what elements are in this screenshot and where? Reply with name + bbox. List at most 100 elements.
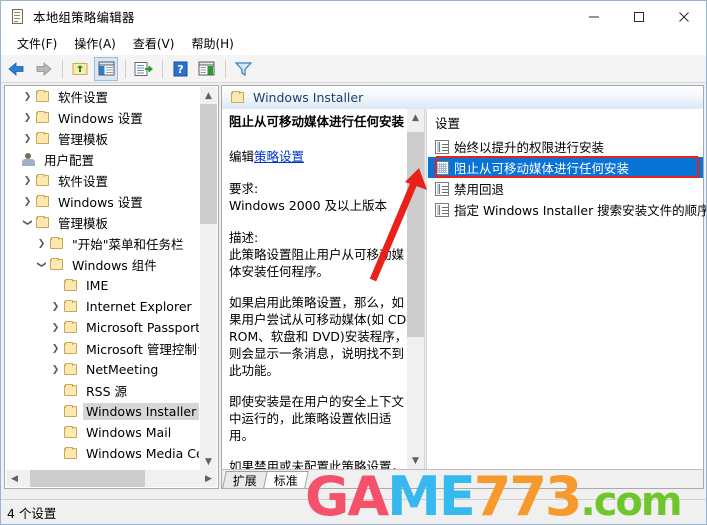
tree-item-label: IME <box>86 278 109 293</box>
chevron-right-icon[interactable]: ❯ <box>21 132 34 145</box>
tree-item[interactable]: ❯ 软件设置 <box>5 86 199 107</box>
tree-item[interactable]: IME <box>5 275 199 296</box>
tab-extended[interactable]: 扩展 <box>222 471 268 488</box>
chevron-down-icon[interactable]: ❯ <box>21 216 34 229</box>
status-text: 4 个设置 <box>7 505 57 521</box>
desc-scroll-up-icon[interactable]: ▲ <box>407 109 424 126</box>
tree-item[interactable]: Windows Media Ce <box>5 443 199 464</box>
settings-row-label: 禁用回退 <box>454 182 505 197</box>
tree-item[interactable]: ❯ Windows 组件 <box>5 254 199 275</box>
console-tree[interactable]: ❯ 软件设置 ❯ Windows 设置 ❯ 管理模板 用户配置 ❯ 软件设置 ❯ Windows 设… <box>5 86 199 467</box>
chevron-right-icon[interactable]: ❯ <box>49 342 62 355</box>
scroll-down-icon[interactable]: ▼ <box>200 453 217 470</box>
chevron-right-icon[interactable]: ❯ <box>49 363 62 376</box>
settings-rows[interactable]: 始终以提升的权限进行安装阻止从可移动媒体进行任何安装 禁用回退指定 Windows… <box>428 136 706 220</box>
policy-setting-icon <box>435 139 449 154</box>
detail-header-title: Windows Installer <box>253 90 364 105</box>
tree-hscroll-thumb[interactable] <box>30 470 145 487</box>
folder-icon <box>35 90 51 103</box>
chevron-right-icon[interactable]: ❯ <box>21 174 34 187</box>
menu-view[interactable]: 查看(V) <box>125 33 184 54</box>
menu-file[interactable]: 文件(F) <box>9 33 66 54</box>
scroll-up-icon[interactable]: ▲ <box>200 87 217 104</box>
chevron-right-icon[interactable]: ❯ <box>49 300 62 313</box>
tree-item-label: Windows 组件 <box>72 258 157 273</box>
title-bar: 本地组策略编辑器 <box>1 1 706 32</box>
chevron-right-icon[interactable]: ❯ <box>49 321 62 334</box>
maximize-button[interactable] <box>616 1 661 32</box>
tree-item-label: Windows Media Pla <box>83 466 199 467</box>
show-hide-tree-icon[interactable] <box>94 56 118 81</box>
menu-action[interactable]: 操作(A) <box>66 33 125 54</box>
tree-item[interactable]: ❯ Windows 设置 <box>5 191 199 212</box>
chevron-right-icon[interactable]: ❯ <box>21 90 34 103</box>
detail-pane: Windows Installer 阻止从可移动媒体进行任何安装 编辑策略设置 … <box>221 85 706 489</box>
tree-item[interactable]: ❯ Microsoft 管理控制台 <box>5 338 199 359</box>
tree-item[interactable]: ❯ Microsoft Passport <box>5 317 199 338</box>
folder-icon <box>35 195 51 208</box>
detail-pane-header: Windows Installer <box>222 86 703 109</box>
tree-item-label: 管理模板 <box>58 216 109 231</box>
settings-row-label: 阻止从可移动媒体进行任何安装 <box>454 161 630 176</box>
tree-horizontal-scrollbar[interactable]: ◀ ▶ <box>6 470 217 487</box>
settings-row[interactable]: 禁用回退 <box>428 178 703 199</box>
folder-icon <box>63 321 79 334</box>
settings-row[interactable]: 指定 Windows Installer 搜索安装文件的顺序 <box>428 199 706 220</box>
folder-icon <box>35 111 51 124</box>
filter-icon[interactable] <box>231 57 255 81</box>
folder-icon <box>35 216 51 229</box>
tree-item[interactable]: ❯ 管理模板 <box>5 212 199 233</box>
tree-item[interactable]: 用户配置 <box>5 149 199 170</box>
tree-item[interactable]: Windows Installer <box>5 401 199 422</box>
chevron-right-icon[interactable]: ❯ <box>21 111 34 124</box>
tree-item[interactable]: ❯ Internet Explorer <box>5 296 199 317</box>
tree-item[interactable]: Windows Mail <box>5 422 199 443</box>
up-folder-icon[interactable] <box>68 57 92 81</box>
chevron-right-icon[interactable]: ❯ <box>35 237 48 250</box>
desc-scroll-down-icon[interactable]: ▼ <box>407 452 424 469</box>
description-vertical-scrollbar[interactable]: ▲ ▼ <box>407 109 424 469</box>
tree-item-label: Windows Mail <box>86 425 172 440</box>
back-icon[interactable] <box>5 57 29 81</box>
edit-policy-link[interactable]: 策略设置 <box>254 149 304 164</box>
toolbar-separator <box>62 59 63 78</box>
tree-scroll-thumb[interactable] <box>200 104 217 224</box>
tree-item[interactable]: ❯Windows Media Pla <box>5 464 199 467</box>
tree-item[interactable]: ❯ 软件设置 <box>5 170 199 191</box>
toolbar-separator-3 <box>162 59 163 78</box>
settings-row[interactable]: 阻止从可移动媒体进行任何安装 <box>428 157 703 178</box>
pane-splitter[interactable] <box>424 109 427 469</box>
minimize-button[interactable] <box>571 1 616 32</box>
chevron-right-icon[interactable]: ❯ <box>21 195 34 208</box>
settings-row[interactable]: 始终以提升的权限进行安装 <box>428 136 703 157</box>
close-button[interactable] <box>661 1 706 32</box>
window-title: 本地组策略编辑器 <box>33 10 135 25</box>
tree-item-label: 用户配置 <box>44 153 95 168</box>
tree-vertical-scrollbar[interactable]: ▲ ▼ <box>200 87 217 470</box>
tree-item[interactable]: ❯ 管理模板 <box>5 128 199 149</box>
scroll-left-icon[interactable]: ◀ <box>6 470 23 487</box>
tab-extended-label: 扩展 <box>232 473 257 488</box>
forward-icon[interactable] <box>31 57 55 81</box>
settings-column-header: 设置 <box>435 116 461 131</box>
settings-list-column: 设置 始终以提升的权限进行安装阻止从可移动媒体进行任何安装 禁用回退指定 Wind… <box>428 109 706 469</box>
tree-item[interactable]: ❯ "开始"菜单和任务栏 <box>5 233 199 254</box>
desc-scroll-thumb[interactable] <box>407 132 424 337</box>
tab-standard[interactable]: 标准 <box>263 471 309 488</box>
tree-item[interactable]: ❯ Windows 设置 <box>5 107 199 128</box>
chevron-placeholder <box>49 447 62 460</box>
folder-icon <box>63 405 79 418</box>
tree-item[interactable]: RSS 源 <box>5 380 199 401</box>
tree-item[interactable]: ❯ NetMeeting <box>5 359 199 380</box>
chevron-placeholder <box>49 279 62 292</box>
chevron-placeholder <box>49 405 62 418</box>
toolbar-separator-4 <box>225 59 226 78</box>
chevron-down-icon[interactable]: ❯ <box>35 258 48 271</box>
properties-icon[interactable] <box>194 57 218 81</box>
help-icon[interactable]: ? <box>168 57 192 81</box>
description-label: 描述: <box>229 230 259 245</box>
scroll-right-icon[interactable]: ▶ <box>200 470 217 487</box>
export-list-icon[interactable] <box>131 57 155 81</box>
console-tree-pane: ❯ 软件设置 ❯ Windows 设置 ❯ 管理模板 用户配置 ❯ 软件设置 ❯ Windows 设… <box>4 85 219 489</box>
menu-help[interactable]: 帮助(H) <box>183 33 242 54</box>
